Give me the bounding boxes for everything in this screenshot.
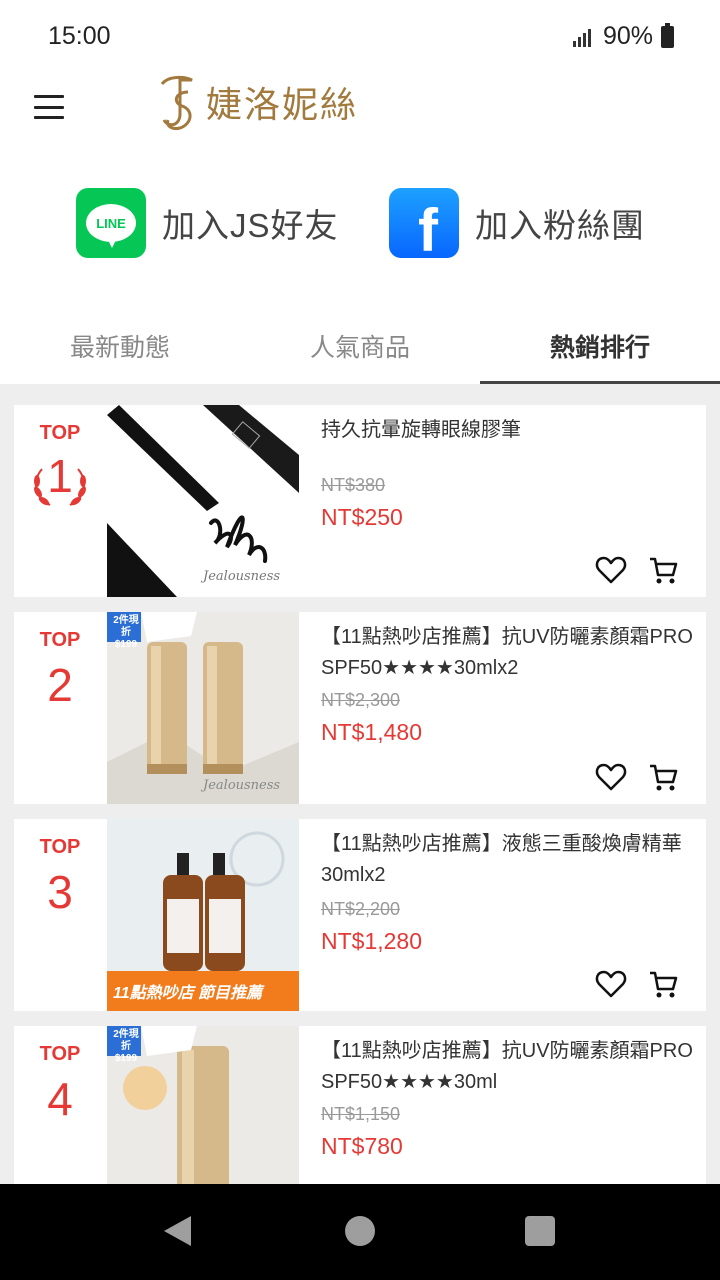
product-image[interactable]: Jealousness [107,405,299,597]
promo-badge: 2件現折 $199 [113,615,139,650]
tab-bar: 最新動態 人氣商品 熱銷排行 [0,312,720,384]
original-price: NT$2,200 [321,899,401,919]
rank-label: TOP [39,422,81,444]
rank-label: TOP [39,1043,81,1065]
product-title[interactable]: 【11點熱吵店推薦】抗UV防曬素顏霜PRO SPF50★★★★30ml [321,1036,696,1098]
line-icon: LINE [76,188,146,258]
original-price: NT$2,300 [321,690,401,710]
shopping-cart-icon[interactable] [646,760,680,794]
rank-number: 3 [47,866,73,918]
battery-percent: 90% [602,22,653,50]
product-title[interactable]: 持久抗暈旋轉眼線膠筆 [321,415,696,446]
rank-badge: TOP 1 [14,405,106,597]
social-row: LINE 加入JS好友 f 加入粉絲團 [0,188,720,264]
status-bar: 15:00 90% [0,0,720,76]
rank-number: 4 [47,1073,73,1125]
product-info: 持久抗暈旋轉眼線膠筆 NT$380 NT$250 [321,415,696,531]
product-image[interactable]: 2件現折 $199 Jealousness [107,612,299,804]
tab-latest[interactable]: 最新動態 [0,312,240,384]
hamburger-icon[interactable] [34,92,64,122]
product-info: 【11點熱吵店推薦】液態三重酸煥膚精華30mlx2 NT$2,200 NT$1,… [321,829,696,955]
product-info: 【11點熱吵店推薦】抗UV防曬素顏霜PRO SPF50★★★★30ml NT$1… [321,1036,696,1160]
tab-bestsellers[interactable]: 熱銷排行 [480,312,720,384]
line-join-button[interactable]: LINE 加入JS好友 [76,188,339,258]
product-image[interactable]: 11點熱吵店 節目推薦 [107,819,299,1011]
app-header: 婕洛妮絲 [0,75,720,158]
rank-label: TOP [39,836,81,858]
facebook-join-button[interactable]: f 加入粉絲團 [389,188,645,264]
card-actions [594,967,680,1001]
system-nav-bar [0,1184,720,1280]
product-info: 【11點熱吵店推薦】抗UV防曬素顏霜PRO SPF50★★★★30mlx2 NT… [321,622,696,746]
card-actions [594,760,680,794]
signal-icon [572,27,591,47]
rank-badge: TOP 4 [14,1026,106,1184]
sale-price: NT$250 [321,504,403,530]
product-card[interactable]: TOP 1 Jealousness 持久抗暈旋轉眼線膠筆 NT$380 NT$2… [14,405,706,597]
sale-price: NT$1,480 [321,719,423,745]
product-card[interactable]: TOP 2 2件現折 $199 Jealousness 【11點熱吵店推薦】抗U… [14,612,706,804]
shopping-cart-icon[interactable] [646,553,680,587]
rank-label: TOP [39,629,81,651]
promo-badge: 2件現折 $199 [113,1029,139,1064]
product-title[interactable]: 【11點熱吵店推薦】液態三重酸煥膚精華30mlx2 [321,829,696,891]
rank-number: 1 [47,450,73,502]
brand-name: 婕洛妮絲 [206,85,359,126]
product-card[interactable]: TOP 3 11點熱吵店 節目推薦 【11點熱吵店推薦】液態三重酸煥膚精華30m… [14,819,706,1011]
sale-price: NT$780 [321,1133,403,1159]
brand-logo[interactable]: 婕洛妮絲 [154,70,358,134]
heart-outline-icon[interactable] [594,760,628,794]
tab-popular[interactable]: 人氣商品 [240,312,480,384]
recents-square-icon[interactable] [525,1216,555,1246]
product-list[interactable]: TOP 1 Jealousness 持久抗暈旋轉眼線膠筆 NT$380 NT$2… [0,384,720,1184]
facebook-join-label: 加入粉絲團 [475,207,645,244]
back-triangle-icon[interactable] [164,1216,191,1246]
image-caption: 11點熱吵店 節目推薦 [113,985,263,1002]
heart-outline-icon[interactable] [594,553,628,587]
status-right: 90% [572,22,674,51]
rank-number: 2 [47,659,73,711]
product-card[interactable]: TOP 4 2件現折 $199 【11點熱吵店推薦】抗UV防曬素顏霜PRO SP… [14,1026,706,1184]
card-actions [594,553,680,587]
original-price: NT$1,150 [321,1104,401,1124]
line-join-label: 加入JS好友 [162,207,339,244]
image-caption: Jealousness [203,569,281,584]
rank-badge: TOP 2 [14,612,106,804]
battery-icon [661,22,674,48]
product-title[interactable]: 【11點熱吵店推薦】抗UV防曬素顏霜PRO SPF50★★★★30mlx2 [321,622,696,684]
rank-badge: TOP 3 [14,819,106,1011]
rank-laurel: 1 [28,450,92,517]
original-price: NT$380 [321,475,386,495]
product-image[interactable]: 2件現折 $199 [107,1026,299,1184]
home-circle-icon[interactable] [345,1216,375,1246]
facebook-icon: f [389,188,459,264]
sale-price: NT$1,280 [321,928,423,954]
heart-outline-icon[interactable] [594,967,628,1001]
facebook-icon-letter: f [418,196,438,264]
status-time: 15:00 [48,22,111,50]
logo-mark-icon [160,75,193,130]
image-caption: Jealousness [203,778,281,793]
line-icon-text: LINE [86,204,136,248]
shopping-cart-icon[interactable] [646,967,680,1001]
